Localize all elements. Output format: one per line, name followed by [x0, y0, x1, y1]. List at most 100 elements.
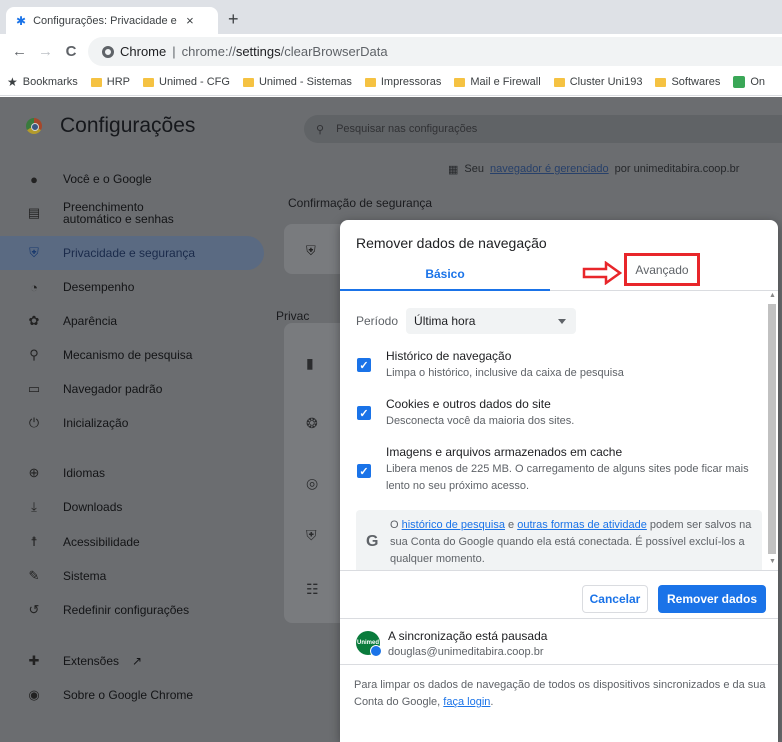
- back-icon[interactable]: ←: [12, 43, 27, 60]
- sign-in-note: Para limpar os dados de navegação de tod…: [340, 664, 778, 742]
- reset-icon: ↺: [28, 602, 40, 617]
- search-icon: ⚲: [29, 347, 39, 362]
- sidebar-item-you-and-google[interactable]: ● Você e o Google: [0, 162, 264, 196]
- url-text: chrome://settings/clearBrowserData: [181, 44, 388, 59]
- browser-icon: ▭: [27, 381, 41, 396]
- option-cookies: Cookies e outros dados do site Desconect…: [386, 397, 575, 427]
- checkbox-cookies[interactable]: ✓: [357, 406, 371, 420]
- sidebar-item-appearance[interactable]: ✿ Aparência: [0, 304, 264, 338]
- settings-search[interactable]: ⚲ Pesquisar nas configurações: [304, 115, 782, 143]
- accessibility-icon: ☨: [30, 534, 38, 549]
- tab-basic[interactable]: Básico: [340, 258, 550, 291]
- sync-status-text: A sincronização está pausada: [388, 629, 548, 643]
- site-label: Chrome: [120, 44, 167, 59]
- sidebar-item-search-engine[interactable]: ⚲ Mecanismo de pesquisa: [0, 338, 264, 372]
- tab-advanced[interactable]: Avançado: [624, 253, 700, 286]
- sidebar-item-system[interactable]: ✎ Sistema: [0, 559, 264, 593]
- sync-status: Unimed A sincronização está pausada doug…: [340, 618, 778, 664]
- privacy-section-title: Privac: [276, 309, 310, 323]
- bookmark-item[interactable]: On: [733, 76, 765, 88]
- search-history-link[interactable]: histórico de pesquisa: [402, 519, 505, 531]
- search-input[interactable]: Pesquisar nas configurações: [336, 123, 477, 135]
- new-tab-button[interactable]: +: [228, 9, 239, 30]
- bookmark-folder[interactable]: HRP: [90, 76, 130, 88]
- url-separator: |: [172, 44, 176, 59]
- sidebar-item-default-browser[interactable]: ▭ Navegador padrão: [0, 372, 264, 406]
- toolbar: ← → C Chrome | chrome://settings/clearBr…: [0, 34, 782, 69]
- red-arrow-annotation: [582, 261, 622, 285]
- managed-link[interactable]: navegador é gerenciado: [490, 163, 609, 176]
- bookmark-folder[interactable]: Cluster Uni193: [553, 76, 642, 88]
- building-icon: ▦: [448, 164, 459, 176]
- close-tab-icon[interactable]: ×: [186, 13, 194, 28]
- folder-icon: [242, 77, 254, 87]
- scroll-up-icon[interactable]: ▲: [769, 292, 776, 299]
- reload-icon[interactable]: C: [64, 43, 78, 60]
- bookmark-folder[interactable]: Mail e Firewall: [454, 76, 541, 88]
- power-icon: ⏻: [28, 415, 40, 430]
- folder-icon: [364, 77, 376, 87]
- bookmark-folder[interactable]: Unimed - Sistemas: [242, 76, 352, 88]
- external-link-icon: ↗: [132, 654, 143, 668]
- bookmark-folder[interactable]: Impressoras: [364, 76, 441, 88]
- chevron-down-icon: [558, 318, 567, 324]
- bookmark-item[interactable]: ★ Bookmarks: [7, 75, 78, 89]
- sidebar-item-performance[interactable]: ◔ Desempenho: [0, 270, 264, 304]
- tab-title: Configurações: Privacidade e seg: [33, 14, 179, 27]
- browser-tab[interactable]: ✱ Configurações: Privacidade e seg ×: [6, 7, 218, 34]
- google-activity-note: G O histórico de pesquisa e outras forma…: [356, 510, 762, 570]
- chrome-icon: ◉: [28, 687, 40, 702]
- bookmark-folder[interactable]: Softwares: [655, 76, 720, 88]
- dialog-scrollbar[interactable]: ▲ ▼: [766, 292, 778, 570]
- download-icon: ⤓: [31, 499, 37, 514]
- sidebar-item-accessibility[interactable]: ☨ Acessibilidade: [0, 525, 264, 559]
- folder-icon: [454, 77, 466, 87]
- sidebar-item-reset[interactable]: ↺ Redefinir configurações: [0, 593, 264, 627]
- speedometer-icon: ◔: [30, 279, 38, 295]
- sidebar-item-startup[interactable]: ⏻ Inicialização: [0, 406, 264, 440]
- sync-paused-icon: [370, 645, 382, 657]
- shield-icon: ⛨: [306, 243, 316, 258]
- scroll-down-icon[interactable]: ▼: [769, 558, 776, 565]
- wrench-icon: ✎: [28, 568, 40, 583]
- remove-data-button[interactable]: Remover dados: [658, 585, 766, 613]
- address-bar[interactable]: Chrome | chrome://settings/clearBrowserD…: [88, 37, 782, 66]
- settings-header: Configurações: [26, 114, 195, 138]
- sidebar-item-about[interactable]: ◉ Sobre o Google Chrome: [0, 678, 264, 712]
- folder-icon: [90, 77, 102, 87]
- sidebar-item-downloads[interactable]: ⤓ Downloads: [0, 490, 264, 524]
- palette-icon: ✿: [28, 313, 40, 328]
- other-activity-link[interactable]: outras formas de atividade: [517, 519, 647, 531]
- cookie-icon: ❂: [306, 415, 318, 431]
- bookmark-folder[interactable]: Unimed - CFG: [143, 76, 230, 88]
- cancel-button[interactable]: Cancelar: [582, 585, 648, 613]
- puzzle-icon: ✚: [28, 653, 40, 668]
- sidebar-item-privacy[interactable]: ⛨ Privacidade e segurança: [0, 236, 264, 270]
- sidebar-item-languages[interactable]: ⊕ Idiomas: [0, 456, 264, 490]
- section-title: Confirmação de segurança: [288, 196, 433, 210]
- period-row: Período Última hora: [356, 308, 577, 334]
- forward-icon[interactable]: →: [38, 43, 53, 60]
- page-title: Configurações: [60, 114, 196, 137]
- sidebar-item-extensions[interactable]: ✚ Extensões ↗: [0, 644, 264, 678]
- checkbox-cache[interactable]: ✓: [357, 464, 371, 478]
- bookmarks-bar: ★ Bookmarks HRP Unimed - CFG Unimed - Sis…: [0, 69, 782, 96]
- star-icon: ★: [7, 75, 18, 89]
- folder-icon: [143, 77, 155, 87]
- folder-icon: [655, 77, 667, 87]
- search-icon: ⚲: [316, 123, 325, 136]
- scrollbar-thumb[interactable]: [768, 304, 776, 554]
- globe-icon: ⊕: [28, 465, 40, 480]
- folder-icon: [553, 77, 565, 87]
- account-email: douglas@unimeditabira.coop.br: [388, 646, 544, 658]
- managed-notice: ▦ Seu navegador é gerenciado por unimedi…: [448, 163, 740, 176]
- sidebar-item-autofill[interactable]: ▤ Preenchimento automático e senhas: [0, 196, 264, 230]
- browser-window: ✱ Configurações: Privacidade e seg × + ←…: [0, 0, 782, 742]
- tab-strip: ✱ Configurações: Privacidade e seg × +: [0, 0, 782, 34]
- shield-icon: ⛨: [29, 245, 39, 260]
- sign-in-link[interactable]: faça login: [443, 696, 490, 708]
- period-select[interactable]: Última hora: [406, 308, 577, 334]
- bookmark-site-icon: [733, 76, 746, 88]
- dialog-title: Remover dados de navegação: [356, 235, 547, 251]
- checkbox-history[interactable]: ✓: [357, 358, 371, 372]
